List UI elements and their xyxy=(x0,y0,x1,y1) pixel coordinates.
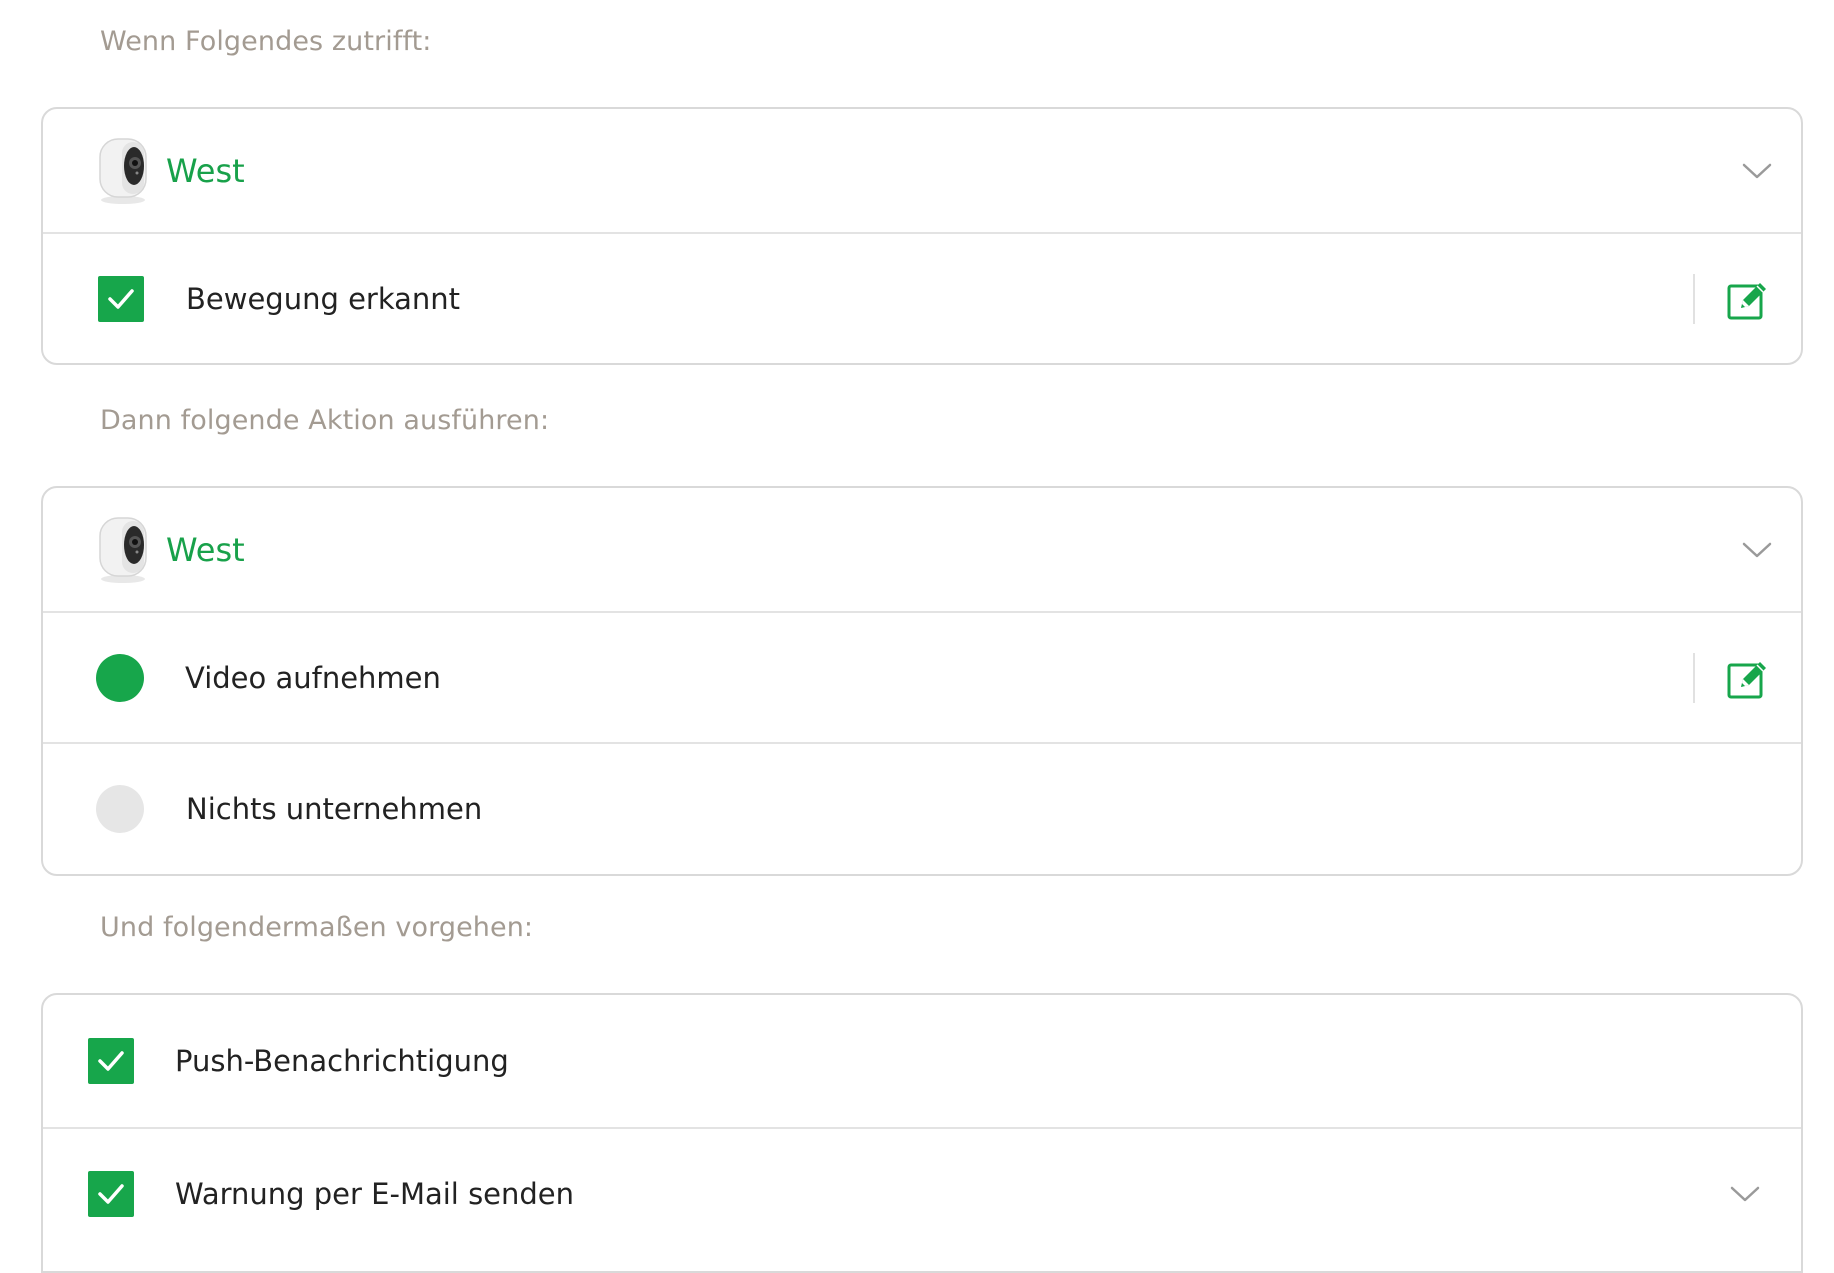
edit-icon[interactable] xyxy=(1727,657,1769,699)
chevron-down-icon[interactable] xyxy=(1741,540,1773,560)
edit-icon[interactable] xyxy=(1727,278,1769,320)
camera-thumbnail-icon xyxy=(99,516,147,583)
trigger-device-selector[interactable]: West xyxy=(43,109,1801,232)
email-warning-label: Warnung per E-Mail senden xyxy=(175,1177,575,1211)
motion-detected-label: Bewegung erkannt xyxy=(186,281,461,316)
push-notification-row[interactable]: Push-Benachrichtigung xyxy=(43,995,1801,1127)
checkmark-icon xyxy=(108,288,134,309)
action-option-record-video[interactable]: Video aufnehmen xyxy=(43,611,1801,742)
do-nothing-label: Nichts unternehmen xyxy=(186,791,483,826)
email-warning-checkbox[interactable] xyxy=(88,1171,134,1217)
motion-detected-checkbox[interactable] xyxy=(98,275,144,322)
record-video-radio[interactable] xyxy=(96,653,144,702)
action-device-selector[interactable]: West xyxy=(43,488,1801,611)
trigger-condition-row: Bewegung erkannt xyxy=(43,232,1801,363)
chevron-down-icon[interactable] xyxy=(1741,161,1773,181)
trigger-section-label: Wenn Folgendes zutrifft: xyxy=(100,26,432,57)
action-option-do-nothing[interactable]: Nichts unternehmen xyxy=(43,742,1801,873)
camera-thumbnail-icon xyxy=(99,137,147,204)
trigger-card: West Bewegung erkannt xyxy=(41,107,1803,365)
checkmark-icon xyxy=(98,1051,124,1071)
divider xyxy=(1693,274,1695,324)
push-notification-label: Push-Benachrichtigung xyxy=(175,1044,509,1078)
email-warning-row[interactable]: Warnung per E-Mail senden xyxy=(43,1127,1801,1259)
action-device-name: West xyxy=(166,530,245,569)
action-section-label: Dann folgende Aktion ausführen: xyxy=(100,405,550,436)
checkmark-icon xyxy=(98,1184,124,1204)
chevron-down-icon[interactable] xyxy=(1729,1184,1761,1204)
notify-section-label: Und folgendermaßen vorgehen: xyxy=(100,912,534,943)
action-card: West Video aufnehmen Nichts unternehmen xyxy=(41,486,1803,876)
divider xyxy=(1693,653,1695,703)
push-notification-checkbox[interactable] xyxy=(88,1038,134,1084)
do-nothing-radio[interactable] xyxy=(96,784,144,833)
trigger-device-name: West xyxy=(166,151,245,190)
notify-card: Push-Benachrichtigung Warnung per E-Mail… xyxy=(41,993,1803,1273)
record-video-label: Video aufnehmen xyxy=(185,660,441,695)
